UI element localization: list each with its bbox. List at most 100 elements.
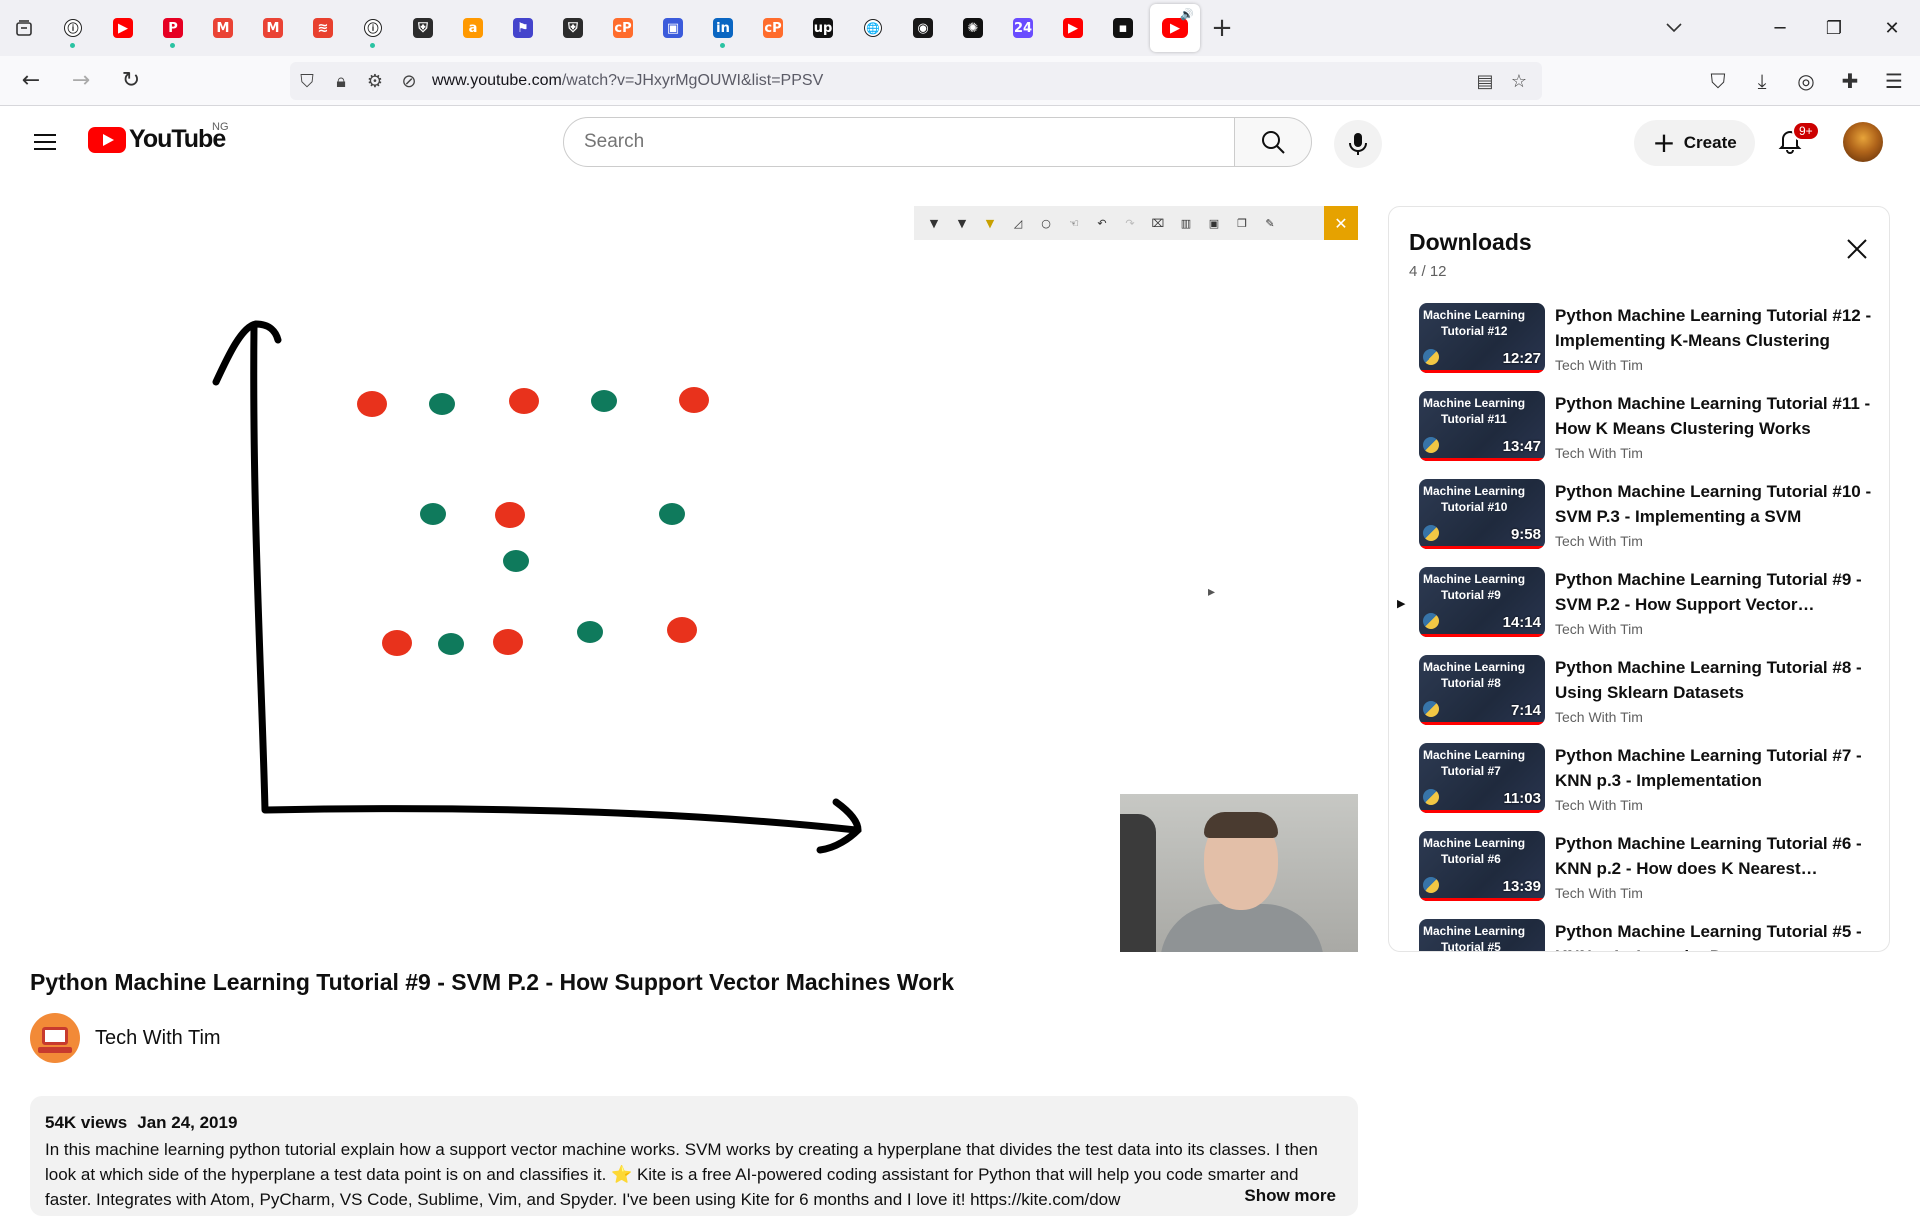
browser-tab[interactable]: M: [198, 4, 248, 52]
video-thumbnail[interactable]: Machine Learning Tutorial #9 14:14: [1419, 567, 1545, 637]
browser-tab[interactable]: in: [698, 4, 748, 52]
redo-icon[interactable]: ↷: [1116, 210, 1144, 236]
tab-youtube-active[interactable]: ▶ 🔊: [1150, 4, 1200, 52]
back-arrow-icon[interactable]: ←: [6, 61, 56, 101]
browser-tab[interactable]: ⓘ: [348, 4, 398, 52]
new-tab-button[interactable]: +: [1200, 6, 1244, 50]
browser-tab[interactable]: cP: [748, 4, 798, 52]
browser-tab[interactable]: ⛨: [548, 4, 598, 52]
browser-tab[interactable]: M: [248, 4, 298, 52]
permissions-icon[interactable]: ⚙: [358, 62, 392, 100]
url-text[interactable]: www.youtube.com/watch?v=JHxyrMgOUWI&list…: [432, 72, 823, 90]
camera-blocked-icon[interactable]: ⊘: [392, 62, 426, 100]
search-button[interactable]: [1234, 117, 1312, 167]
playlist-video-title[interactable]: Python Machine Learning Tutorial #9 - SV…: [1555, 567, 1873, 617]
lock-icon[interactable]: 🔒︎: [324, 62, 358, 100]
select-icon[interactable]: ☜: [1060, 210, 1088, 236]
browser-tab[interactable]: ⛨: [398, 4, 448, 52]
browser-tab[interactable]: ▣: [648, 4, 698, 52]
bookmark-star-icon[interactable]: ☆: [1502, 62, 1536, 100]
playlist-item[interactable]: Machine Learning Tutorial #5 Python Machin…: [1389, 919, 1889, 951]
downloads-icon[interactable]: ⤓: [1740, 61, 1784, 101]
copy-icon[interactable]: ❐: [1228, 210, 1256, 236]
playlist-video-title[interactable]: Python Machine Learning Tutorial #7 - KN…: [1555, 743, 1873, 793]
browser-tab[interactable]: 24: [998, 4, 1048, 52]
pen-icon[interactable]: ▼: [920, 210, 948, 236]
browser-tab[interactable]: P: [148, 4, 198, 52]
playlist-item[interactable]: Machine Learning Tutorial #12 12:27 Python …: [1389, 303, 1889, 391]
tab-list-icon[interactable]: [0, 4, 48, 52]
browser-tab[interactable]: ⚑: [498, 4, 548, 52]
clear-icon[interactable]: ⌧: [1144, 210, 1172, 236]
openai-icon: ✺: [963, 18, 983, 38]
browser-tab[interactable]: ✺: [948, 4, 998, 52]
voice-search-button[interactable]: [1334, 120, 1382, 168]
playlist-item[interactable]: Machine Learning Tutorial #7 11:03 Python M…: [1389, 743, 1889, 831]
youtube-logo[interactable]: YouTube NG: [88, 121, 229, 154]
channel-avatar[interactable]: [30, 1013, 80, 1063]
video-player[interactable]: ▼ ▼ ▼ ◿ ○ ☜ ↶ ↷ ⌧ ▥ ▣ ❐ ✎ ✕ ▸: [30, 206, 1358, 952]
browser-tab[interactable]: 🌐: [848, 4, 898, 52]
save-icon[interactable]: ▣: [1200, 210, 1228, 236]
account-icon[interactable]: ◎: [1784, 61, 1828, 101]
playlist-item[interactable]: Machine Learning Tutorial #8 7:14 Python Ma…: [1389, 655, 1889, 743]
browser-tab[interactable]: ▪: [1098, 4, 1148, 52]
eraser-icon[interactable]: ◿: [1004, 210, 1032, 236]
show-more-button[interactable]: Show more: [1238, 1186, 1336, 1206]
playlist-panel: Downloads 4 / 12 Machine Learning Tutoria…: [1388, 206, 1890, 952]
browser-tab[interactable]: cP: [598, 4, 648, 52]
shape-icon[interactable]: ○: [1032, 210, 1060, 236]
video-thumbnail[interactable]: Machine Learning Tutorial #10 9:58: [1419, 479, 1545, 549]
browser-tab[interactable]: ◉: [898, 4, 948, 52]
forward-arrow-icon[interactable]: →: [56, 61, 106, 101]
close-window-button[interactable]: ✕: [1864, 0, 1920, 56]
video-thumbnail[interactable]: Machine Learning Tutorial #6 13:39: [1419, 831, 1545, 901]
extensions-icon[interactable]: ✚: [1828, 61, 1872, 101]
video-thumbnail[interactable]: Machine Learning Tutorial #12 12:27: [1419, 303, 1545, 373]
video-thumbnail[interactable]: Machine Learning Tutorial #5: [1419, 919, 1545, 951]
browser-tab[interactable]: ≋: [298, 4, 348, 52]
browser-tab[interactable]: up: [798, 4, 848, 52]
playlist-video-title[interactable]: Python Machine Learning Tutorial #10 - S…: [1555, 479, 1873, 529]
playlist-item[interactable]: Machine Learning Tutorial #6 13:39 Python M…: [1389, 831, 1889, 919]
address-bar[interactable]: ⛉ 🔒︎ ⚙ ⊘ www.youtube.com/watch?v=JHxyrMg…: [290, 62, 1542, 100]
create-button[interactable]: + Create: [1634, 120, 1755, 166]
reader-view-icon[interactable]: ▤: [1468, 62, 1502, 100]
description-box[interactable]: 54K views Jan 24, 2019 In this machine le…: [30, 1096, 1358, 1216]
minimize-button[interactable]: ─: [1752, 0, 1808, 56]
annotation-close-button[interactable]: ✕: [1324, 206, 1358, 240]
tab-overflow-chevron-icon[interactable]: [1646, 0, 1702, 56]
search-input[interactable]: [584, 131, 1234, 153]
playlist-item[interactable]: Machine Learning Tutorial #10 9:58 Python M…: [1389, 479, 1889, 567]
user-avatar[interactable]: [1843, 122, 1883, 162]
undo-icon[interactable]: ↶: [1088, 210, 1116, 236]
browser-tab[interactable]: ▶: [98, 4, 148, 52]
hamburger-menu-icon[interactable]: [28, 129, 62, 155]
speaker-icon[interactable]: 🔊: [1180, 8, 1194, 21]
playlist-video-title[interactable]: Python Machine Learning Tutorial #8 - Us…: [1555, 655, 1873, 705]
playlist-item[interactable]: Machine Learning Tutorial #11 13:47 Python …: [1389, 391, 1889, 479]
playlist-video-title[interactable]: Python Machine Learning Tutorial #11 - H…: [1555, 391, 1873, 441]
playlist-item[interactable]: ▶ Machine Learning Tutorial #9 14:14 Python …: [1389, 567, 1889, 655]
marker-icon[interactable]: ▼: [948, 210, 976, 236]
video-thumbnail[interactable]: Machine Learning Tutorial #11 13:47: [1419, 391, 1545, 461]
playlist-close-button[interactable]: [1841, 233, 1873, 265]
playlist-video-title[interactable]: Python Machine Learning Tutorial #5 - KN…: [1555, 919, 1873, 951]
video-thumbnail[interactable]: Machine Learning Tutorial #8 7:14: [1419, 655, 1545, 725]
channel-name[interactable]: Tech With Tim: [95, 1027, 221, 1050]
edit-icon[interactable]: ✎: [1256, 210, 1284, 236]
highlighter-icon[interactable]: ▼: [976, 210, 1004, 236]
menu-icon[interactable]: ☰: [1872, 61, 1916, 101]
pocket-icon[interactable]: ⛉: [1696, 61, 1740, 101]
playlist-video-title[interactable]: Python Machine Learning Tutorial #12 - I…: [1555, 303, 1873, 353]
playlist-video-title[interactable]: Python Machine Learning Tutorial #6 - KN…: [1555, 831, 1873, 881]
playlist-title[interactable]: Downloads: [1409, 229, 1532, 256]
reload-icon[interactable]: ↻: [106, 61, 156, 101]
browser-tab[interactable]: ⓘ: [48, 4, 98, 52]
browser-tab[interactable]: a: [448, 4, 498, 52]
restore-button[interactable]: ❐: [1806, 0, 1862, 56]
trash-icon[interactable]: ▥: [1172, 210, 1200, 236]
browser-tab[interactable]: ▶: [1048, 4, 1098, 52]
video-thumbnail[interactable]: Machine Learning Tutorial #7 11:03: [1419, 743, 1545, 813]
tracking-shield-icon[interactable]: ⛉: [290, 62, 324, 100]
